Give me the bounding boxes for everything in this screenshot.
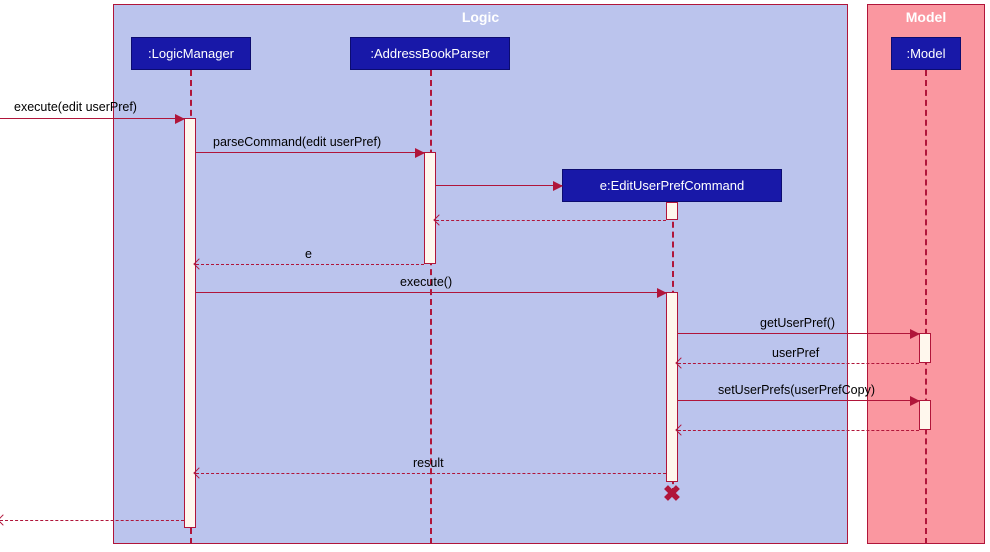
msg-label: parseCommand(edit userPref) <box>213 135 381 149</box>
frame-logic-title: Logic <box>462 9 499 25</box>
frame-model-title: Model <box>906 9 946 25</box>
msg-return-e <box>196 264 424 265</box>
lifeline-head-edituserprefcommand: e:EditUserPrefCommand <box>562 169 782 202</box>
msg-label: execute(edit userPref) <box>14 100 137 114</box>
lifeline-label: :LogicManager <box>148 46 234 61</box>
msg-return-setuserprefs <box>678 430 919 431</box>
msg-label: e <box>305 247 312 261</box>
destroy-icon: ✖ <box>663 481 681 507</box>
msg-label: getUserPref() <box>760 316 835 330</box>
frame-logic: Logic <box>113 4 848 544</box>
lifeline-head-logicmanager: :LogicManager <box>131 37 251 70</box>
msg-return-result <box>196 473 666 474</box>
lifeline-label: :Model <box>906 46 945 61</box>
sequence-diagram: Logic Model :LogicManager :AddressBookPa… <box>0 0 990 552</box>
msg-label: execute() <box>400 275 452 289</box>
msg-getuserpref <box>678 333 919 334</box>
msg-return-to-parser <box>436 220 666 221</box>
lifeline-head-model: :Model <box>891 37 961 70</box>
msg-label: setUserPrefs(userPrefCopy) <box>718 383 875 397</box>
lifeline-label: e:EditUserPrefCommand <box>600 178 745 193</box>
msg-label: result <box>413 456 444 470</box>
activation-model-1 <box>919 333 931 363</box>
msg-execute-edit-userpref <box>0 118 184 119</box>
activation-logicmanager <box>184 118 196 528</box>
msg-setuserprefs <box>678 400 919 401</box>
msg-parsecommand <box>196 152 424 153</box>
lifeline-head-addressbookparser: :AddressBookParser <box>350 37 510 70</box>
msg-execute <box>196 292 666 293</box>
msg-return-external <box>0 520 184 521</box>
activation-addressbookparser <box>424 152 436 264</box>
msg-create-edituserprefcmd <box>436 185 562 186</box>
activation-edituserprefcmd-2 <box>666 292 678 482</box>
activation-edituserprefcmd-1 <box>666 202 678 220</box>
msg-label: userPref <box>772 346 819 360</box>
activation-model-2 <box>919 400 931 430</box>
msg-return-userpref <box>678 363 919 364</box>
lifeline-model <box>925 70 927 544</box>
lifeline-label: :AddressBookParser <box>370 46 489 61</box>
